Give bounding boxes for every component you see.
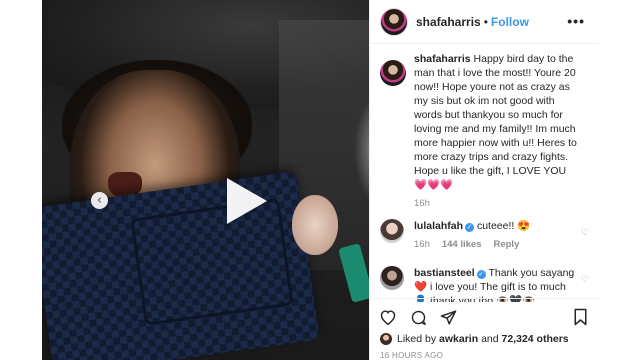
caption: shafaharris Happy bird day to the man th… <box>370 52 599 209</box>
comment-text-block: bastiansteel ✓ Thank you sayang ❤️ i love… <box>414 266 577 302</box>
comment-bubble-icon[interactable] <box>409 308 427 326</box>
post-side-panel: shafaharris • Follow ••• shafaharris Hap… <box>369 0 599 360</box>
author-avatar[interactable] <box>380 7 408 36</box>
caption-time[interactable]: 16h <box>414 198 430 209</box>
post-media[interactable]: ‹ <box>42 0 369 360</box>
comment-item: lulalahfah ✓ cuteee!! 😍 16h 144 likes Rep… <box>370 219 599 250</box>
comment-text-block: lulalahfah ✓ cuteee!! 😍 <box>414 219 577 233</box>
hand <box>292 195 338 255</box>
author-username[interactable]: shafaharris <box>416 15 481 29</box>
post-actions: Liked by awkarin and 72,324 others 16 HO… <box>370 298 599 360</box>
caption-username[interactable]: shafaharris <box>414 53 471 65</box>
comment-like-heart-icon[interactable]: ♡ <box>581 274 589 285</box>
more-options-icon[interactable]: ••• <box>567 13 585 29</box>
follow-button[interactable]: Follow <box>491 15 529 29</box>
likes-count[interactable]: 72,324 others <box>502 333 569 345</box>
commenter-username[interactable]: bastiansteel <box>414 267 475 279</box>
commenter-avatar[interactable] <box>380 219 404 243</box>
carousel-prev-button[interactable]: ‹ <box>91 192 108 209</box>
liked-by-prefix: Liked by <box>397 333 437 345</box>
comment-like-heart-icon[interactable]: ♡ <box>581 227 589 238</box>
comments-list[interactable]: shafaharris Happy bird day to the man th… <box>370 52 599 302</box>
verified-badge-icon: ✓ <box>465 223 475 232</box>
bookmark-save-icon[interactable] <box>571 308 589 326</box>
comment-time[interactable]: 16h <box>414 239 430 250</box>
commenter-username[interactable]: lulalahfah <box>414 220 463 232</box>
post-timestamp[interactable]: 16 HOURS AGO <box>380 351 443 360</box>
liker-avatar[interactable] <box>380 333 392 345</box>
liked-by-line: Liked by awkarin and 72,324 others <box>380 333 569 345</box>
comment-item: bastiansteel ✓ Thank you sayang ❤️ i love… <box>370 266 599 302</box>
verified-badge-icon: ✓ <box>476 270 486 279</box>
like-heart-icon[interactable] <box>379 308 397 326</box>
caption-text: Happy bird day to the man that i love th… <box>414 53 577 191</box>
bag-strap <box>130 198 294 326</box>
action-row <box>379 308 457 326</box>
liker-username[interactable]: awkarin <box>439 333 478 345</box>
share-send-icon[interactable] <box>439 308 457 326</box>
caption-meta: 16h <box>414 198 577 209</box>
reply-button[interactable]: Reply <box>493 239 519 250</box>
comment-likes[interactable]: 144 likes <box>442 239 482 250</box>
comment-meta: 16h 144 likes Reply <box>414 239 577 250</box>
chevron-left-icon: ‹ <box>96 193 103 208</box>
header-separator: • <box>483 14 488 29</box>
video-play-button[interactable] <box>227 178 267 224</box>
caption-avatar[interactable] <box>380 60 406 86</box>
post-header: shafaharris • Follow ••• <box>370 0 599 44</box>
commenter-avatar[interactable] <box>380 266 404 290</box>
comment-text: cuteee!! 😍 <box>476 220 531 232</box>
window-light <box>354 90 369 210</box>
caption-text-block: shafaharris Happy bird day to the man th… <box>414 52 577 192</box>
liked-by-conjunction: and <box>481 333 499 345</box>
